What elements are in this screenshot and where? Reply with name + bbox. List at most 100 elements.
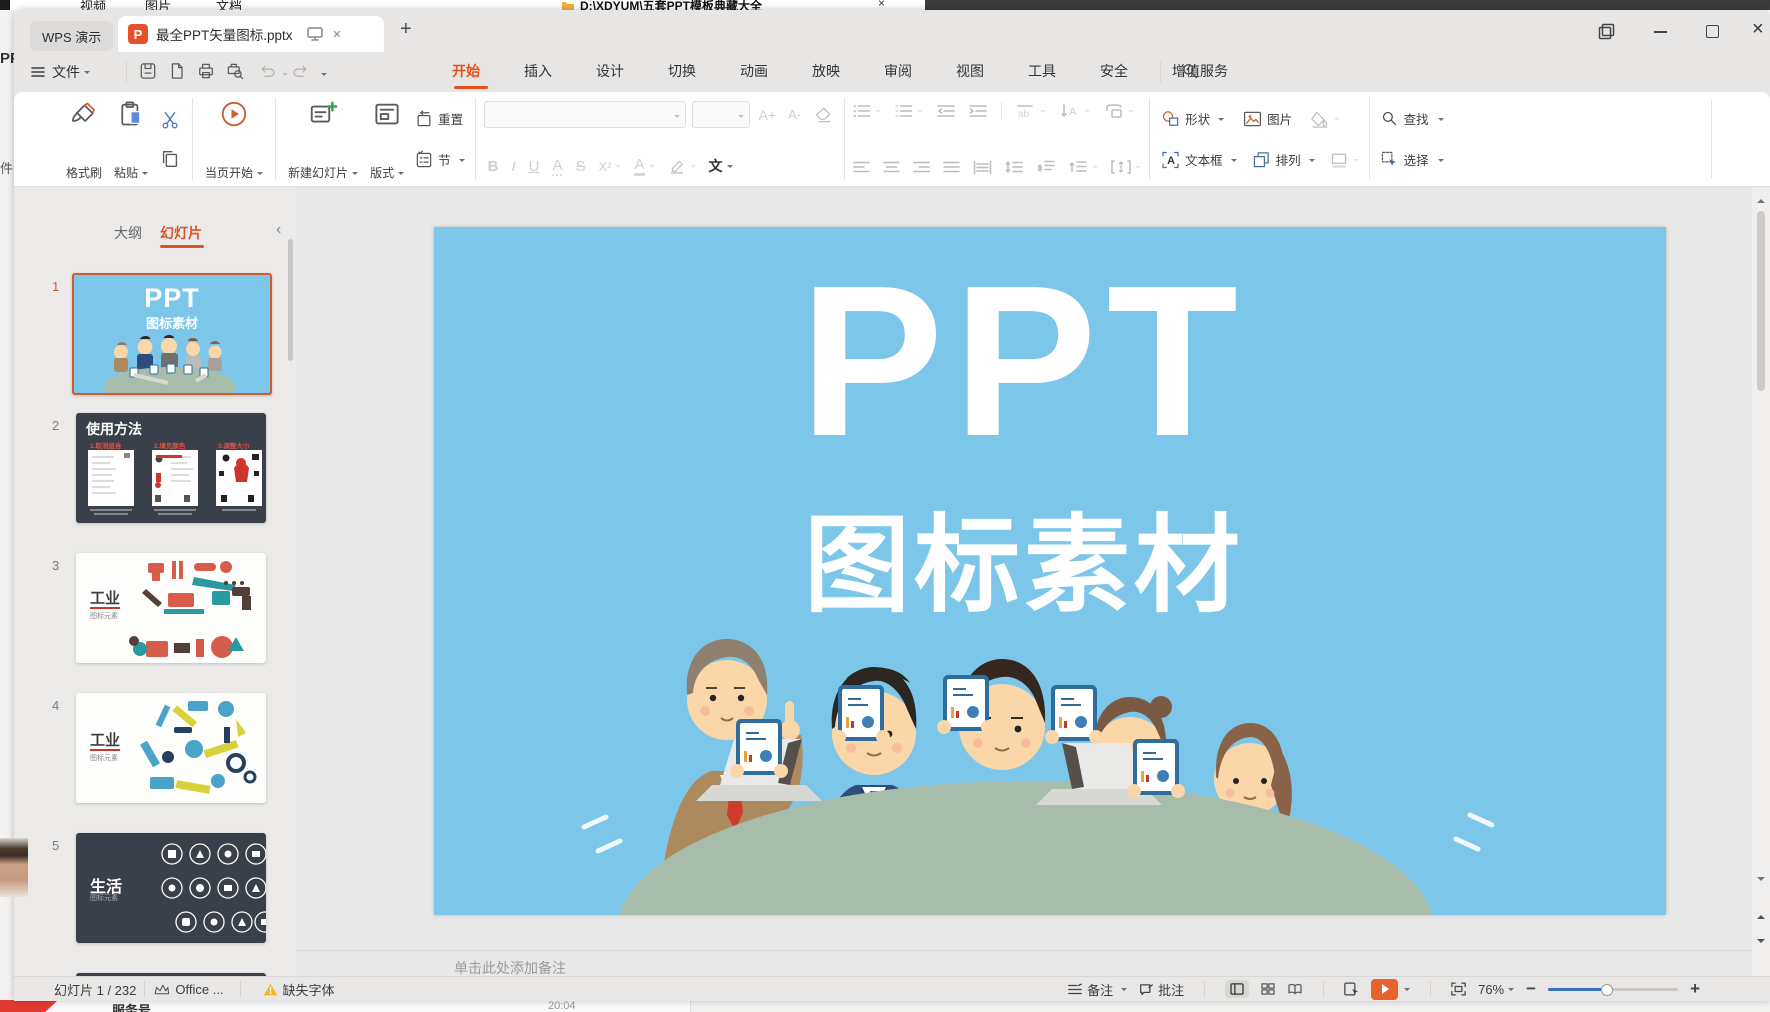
panel-collapse-icon[interactable]: ‹ (276, 221, 281, 239)
close-button[interactable]: × (1752, 18, 1764, 41)
fit-slide-icon[interactable] (1451, 982, 1466, 996)
canvas-scrollbar[interactable] (1752, 187, 1770, 976)
slide-thumbnail-3[interactable]: 工业 图标元素 (76, 553, 266, 663)
play-current-button[interactable]: 当页开始 (199, 92, 269, 186)
paragraph-spacing-icon[interactable] (1037, 160, 1056, 174)
view-reading-icon[interactable] (1287, 983, 1303, 995)
quickbar-more-caret-icon[interactable] (321, 73, 327, 79)
increase-indent-icon[interactable] (969, 104, 987, 118)
scroll-up-icon[interactable] (1757, 195, 1765, 203)
prev-slide-icon[interactable] (1757, 911, 1765, 919)
menu-animation[interactable]: 动画 (736, 61, 772, 81)
slide-thumbnail-5[interactable]: 生活 图标元素 (76, 833, 266, 943)
reset-button[interactable]: 重置 (414, 109, 465, 129)
zoom-in-button[interactable]: + (1690, 979, 1700, 999)
new-tab-icon[interactable]: + (400, 18, 412, 41)
menu-transition[interactable]: 切换 (664, 61, 700, 81)
slideshow-caret-icon[interactable] (1404, 988, 1410, 994)
pinyin-button[interactable]: 文 (709, 156, 733, 176)
decrease-indent-icon[interactable] (937, 104, 955, 118)
search-icon[interactable] (1180, 61, 1200, 81)
menu-view[interactable]: 视图 (952, 61, 988, 81)
zoom-slider-handle[interactable] (1601, 984, 1613, 996)
highlight-button[interactable] (668, 158, 696, 174)
text-direction-button[interactable]: ab (1016, 104, 1046, 118)
font-family-combo[interactable] (484, 101, 686, 128)
zoom-out-button[interactable]: − (1526, 979, 1536, 999)
tab-slides[interactable]: 幻灯片 (160, 223, 202, 243)
comments-button[interactable]: 批注 (1139, 980, 1184, 999)
tab-close-icon[interactable]: × (333, 26, 342, 43)
zoom-value-button[interactable]: 76% (1478, 982, 1514, 997)
strike-button[interactable]: S (575, 158, 585, 175)
explorer-path[interactable]: D:\XDYUM\五套PPT模板典藏大全 (580, 0, 762, 10)
copy-icon[interactable] (156, 146, 184, 172)
bold-button[interactable]: B (488, 158, 499, 175)
textbox-button[interactable]: A 文本框 (1160, 150, 1237, 170)
bullet-list-button[interactable] (853, 104, 881, 118)
undo-icon[interactable] (257, 62, 276, 81)
paste-button[interactable]: 粘贴 (108, 92, 154, 186)
cut-icon[interactable] (156, 107, 184, 133)
superscript-button[interactable]: X² (598, 159, 621, 174)
notes-toggle-button[interactable]: 备注 (1067, 980, 1127, 999)
increase-font-button[interactable]: A+ (756, 105, 780, 125)
menu-services[interactable]: 增值服务 (1168, 61, 1232, 81)
slide-size-button[interactable] (1329, 151, 1359, 169)
picture-button[interactable]: 图片 (1242, 109, 1292, 129)
print-preview-icon[interactable] (225, 61, 245, 81)
line-options-button[interactable] (1069, 160, 1098, 174)
window-manage-icon[interactable] (1598, 23, 1615, 40)
numbered-list-button[interactable] (895, 104, 923, 118)
file-menu[interactable]: 文件 (30, 60, 90, 84)
justify-icon[interactable] (943, 161, 960, 174)
maximize-button[interactable] (1706, 25, 1719, 38)
line-spacing-icon[interactable] (1005, 160, 1024, 174)
font-size-combo[interactable] (692, 101, 750, 128)
slide-thumbnail-2[interactable]: 使用方法 1.取消组合 2.填充颜色 3.调整大小 (76, 413, 266, 523)
menu-security[interactable]: 安全 (1096, 61, 1132, 81)
char-spacing-button[interactable]: A (552, 157, 562, 176)
menu-insert[interactable]: 插入 (520, 61, 556, 81)
explorer-close-icon[interactable]: × (878, 0, 885, 10)
underline-button[interactable]: U (529, 158, 540, 175)
share-screen-icon[interactable] (307, 27, 323, 41)
redo-icon[interactable] (292, 62, 311, 81)
slide-canvas[interactable]: PPT 图标素材 (434, 227, 1666, 915)
tab-outline[interactable]: 大纲 (114, 223, 142, 243)
minimize-button[interactable] (1654, 31, 1667, 33)
zoom-slider[interactable] (1548, 988, 1678, 991)
document-tab[interactable]: P 最全PPT矢量图标.pptx × (118, 16, 384, 52)
missing-font-label[interactable]: 缺失字体 (283, 980, 335, 999)
find-button[interactable]: 查找 (1380, 109, 1444, 128)
menu-review[interactable]: 审阅 (880, 61, 916, 81)
scroll-down-icon[interactable] (1757, 877, 1765, 885)
save-icon[interactable] (138, 61, 158, 81)
convert-smartart-button[interactable] (1104, 103, 1134, 119)
panel-scrollbar[interactable] (288, 239, 293, 361)
layout-button[interactable]: 版式 (364, 92, 410, 186)
font-color-button[interactable]: A (634, 156, 654, 176)
slideshow-play-button[interactable] (1371, 979, 1398, 1000)
play-settings-icon[interactable] (1344, 982, 1359, 996)
align-right-icon[interactable] (913, 161, 930, 174)
app-menu-button[interactable]: WPS 演示 (30, 21, 113, 51)
next-slide-icon[interactable] (1757, 939, 1765, 947)
select-button[interactable]: 选择 (1380, 150, 1444, 169)
menu-tools[interactable]: 工具 (1024, 61, 1060, 81)
fill-color-button[interactable] (1310, 110, 1340, 128)
text-fit-button[interactable] (1111, 160, 1141, 174)
shapes-button[interactable]: 形状 (1160, 109, 1224, 129)
export-icon[interactable] (167, 61, 187, 81)
view-sorter-icon[interactable] (1261, 983, 1275, 995)
menu-slideshow[interactable]: 放映 (808, 61, 844, 81)
notes-divider[interactable] (296, 950, 1752, 951)
notes-placeholder[interactable]: 单击此处添加备注 (454, 958, 566, 976)
format-painter-button[interactable]: 格式刷 (60, 92, 108, 186)
arrange-button[interactable]: 排列 (1251, 150, 1315, 170)
clear-format-icon[interactable] (810, 103, 836, 127)
office-compat-label[interactable]: Office ... (175, 982, 223, 997)
slide-thumbnail-1-selected[interactable]: PPT 图标素材 (72, 273, 272, 395)
menu-start[interactable]: 开始 (448, 61, 484, 81)
distribute-icon[interactable] (973, 161, 992, 174)
